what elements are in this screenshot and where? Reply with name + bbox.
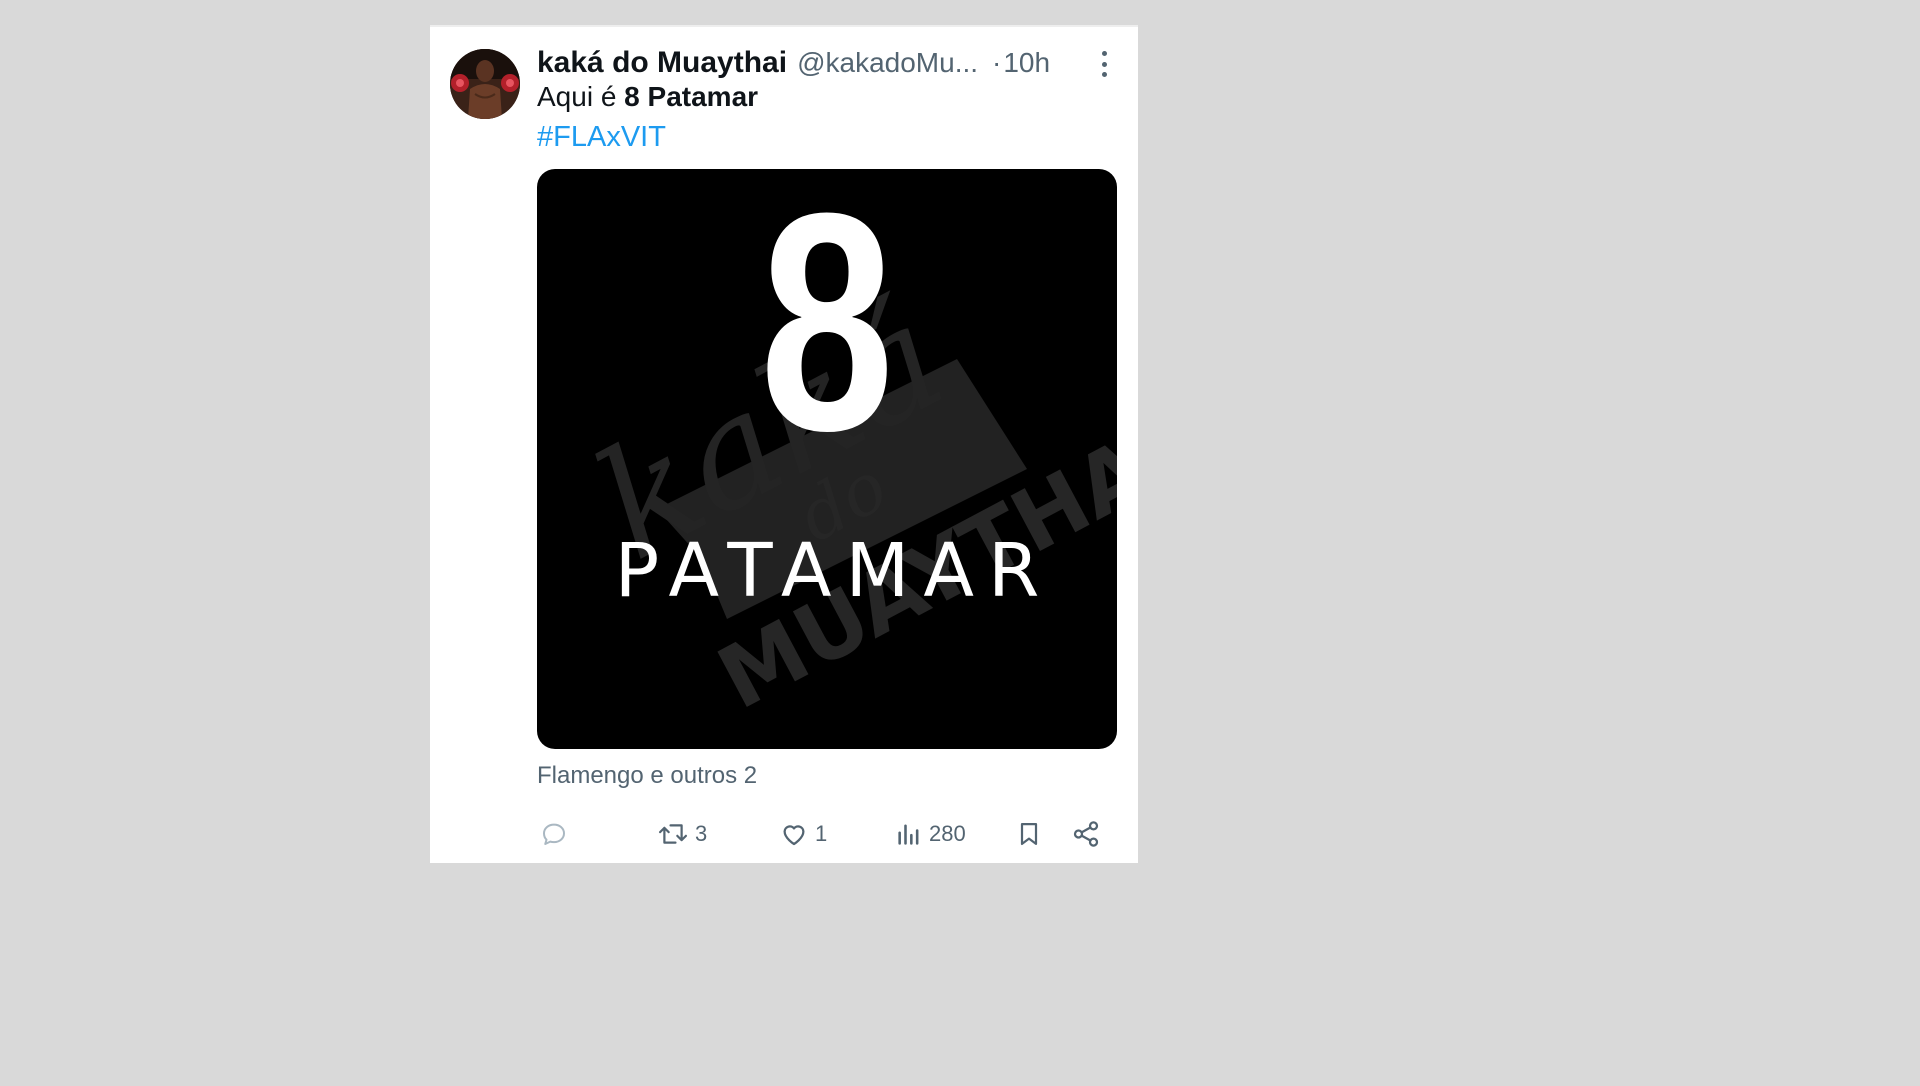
media-patamar-word: PATAMAR [614,528,1054,614]
reply-button[interactable] [539,817,575,851]
retweet-count: 3 [695,821,708,846]
views-chart-icon [898,824,919,845]
media-big-eight: 8 [759,169,895,495]
avatar-image [450,49,520,119]
share-button[interactable] [1071,817,1101,851]
tweet-header: kaká do Muaythai @kakadoMu... · 10h [537,43,1050,83]
like-count: 1 [815,821,828,846]
heart-icon [783,825,805,846]
tweet-timestamp[interactable]: 10h [1003,47,1050,79]
tweet-text: Aqui é 8 Patamar [537,81,758,113]
more-vertical-icon[interactable] [1094,51,1114,77]
share-icon [1073,821,1099,847]
hashtag-link[interactable]: #FLAxVIT [537,121,666,154]
like-button[interactable]: 1 [779,817,827,851]
bookmark-button[interactable] [1015,817,1043,851]
retweet-icon [658,824,688,844]
author-name[interactable]: kaká do Muaythai [537,46,787,80]
views-button[interactable]: 280 [895,817,966,851]
tweet-card[interactable]: kaká do Muaythai @kakadoMu... · 10h Aqui… [430,25,1138,863]
views-count: 280 [929,821,966,846]
tweet-text-bold: 8 Patamar [624,81,759,112]
tweet-media-image[interactable]: kaká do MUAYTHAI 8 PATAMAR [537,169,1117,749]
action-bar: 3 1 280 [537,817,1117,851]
tagged-accounts[interactable]: Flamengo e outros 2 [537,762,757,790]
author-avatar[interactable] [450,49,520,119]
separator-dot: · [992,47,1002,78]
author-handle[interactable]: @kakadoMu... [797,47,978,79]
retweet-button[interactable]: 3 [657,817,707,851]
tweet-text-prefix: Aqui é [537,81,625,112]
bookmark-icon [1020,822,1038,846]
reply-icon [543,823,565,845]
